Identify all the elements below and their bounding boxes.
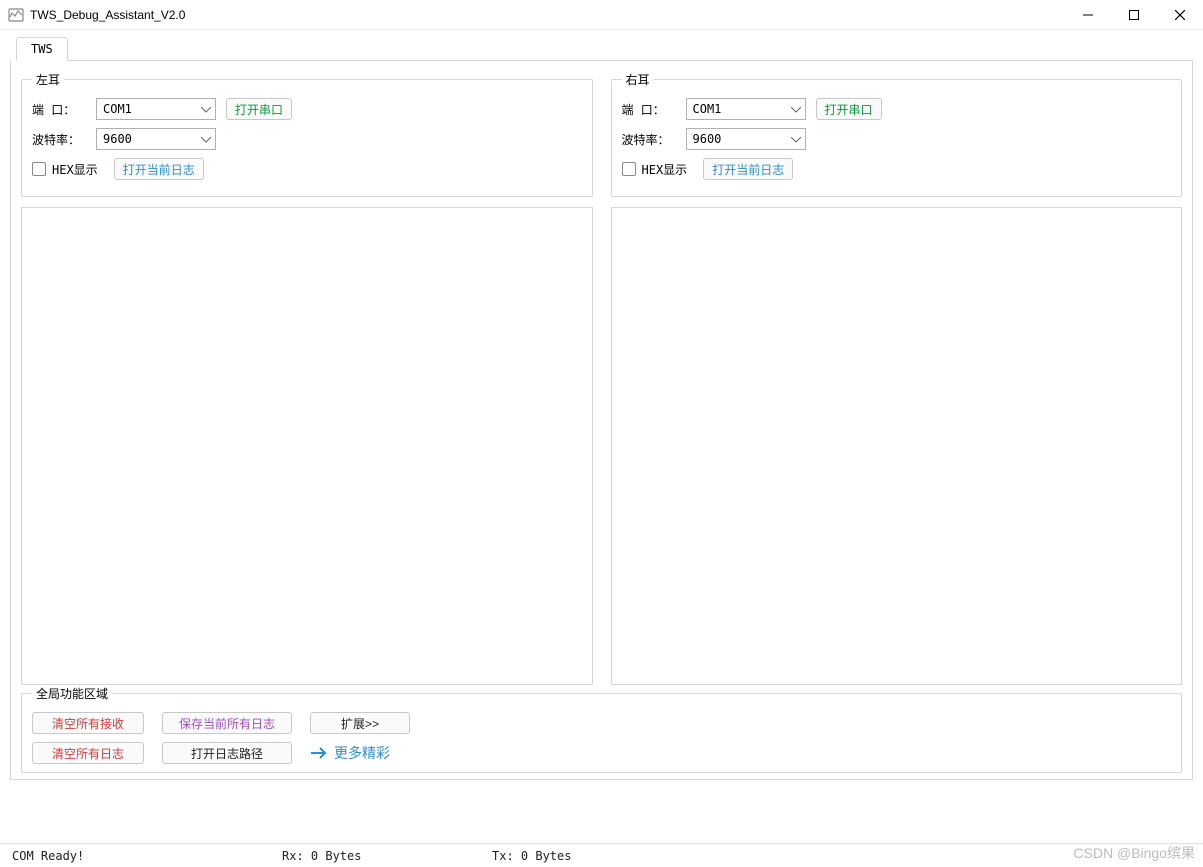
- right-baud-value: 9600: [693, 132, 791, 146]
- left-open-log-button[interactable]: 打开当前日志: [114, 158, 204, 180]
- chevron-down-icon: [201, 102, 211, 116]
- right-port-combo[interactable]: COM1: [686, 98, 806, 120]
- left-hex-label[interactable]: HEX显示: [52, 161, 98, 178]
- right-hex-row: HEX显示 打开当前日志: [622, 158, 1172, 180]
- left-baud-row: 波特率： 9600: [32, 128, 582, 150]
- left-port-row: 端 口： COM1 打开串口: [32, 98, 582, 120]
- clear-all-rx-button[interactable]: 清空所有接收: [32, 712, 144, 734]
- chevron-down-icon: [791, 132, 801, 146]
- more-link-label: 更多精彩: [334, 743, 390, 763]
- expand-button[interactable]: 扩展>>: [310, 712, 410, 734]
- status-com: COM Ready!: [0, 849, 270, 863]
- tabstrip: TWS: [16, 36, 1193, 61]
- left-baud-value: 9600: [103, 132, 201, 146]
- left-baud-combo[interactable]: 9600: [96, 128, 216, 150]
- right-port-row: 端 口： COM1 打开串口: [622, 98, 1172, 120]
- app-icon: [8, 7, 24, 23]
- more-link[interactable]: 更多精彩: [310, 743, 410, 763]
- arrow-right-icon: [310, 746, 328, 760]
- save-all-logs-button[interactable]: 保存当前所有日志: [162, 712, 292, 734]
- left-open-port-button[interactable]: 打开串口: [226, 98, 292, 120]
- right-hex-checkbox[interactable]: [622, 162, 636, 176]
- status-rx: Rx: 0 Bytes: [270, 849, 480, 863]
- right-baud-combo[interactable]: 9600: [686, 128, 806, 150]
- left-ear-legend: 左耳: [32, 71, 64, 88]
- left-log-textarea[interactable]: [21, 207, 593, 685]
- right-open-port-button[interactable]: 打开串口: [816, 98, 882, 120]
- left-port-value: COM1: [103, 102, 201, 116]
- global-functions-group: 全局功能区域 清空所有接收 保存当前所有日志 扩展>> 清空所有日志 打开日志路…: [21, 685, 1182, 773]
- clear-all-logs-button[interactable]: 清空所有日志: [32, 742, 144, 764]
- right-hex-label[interactable]: HEX显示: [642, 161, 688, 178]
- window-controls: [1065, 0, 1203, 30]
- two-columns: 左耳 端 口： COM1 打开串口 波特率：: [21, 71, 1182, 685]
- right-log-textarea[interactable]: [611, 207, 1183, 685]
- right-baud-label: 波特率：: [622, 131, 676, 148]
- right-port-label: 端 口：: [622, 101, 676, 118]
- left-baud-label: 波特率：: [32, 131, 86, 148]
- open-log-path-button[interactable]: 打开日志路径: [162, 742, 292, 764]
- statusbar: COM Ready! Rx: 0 Bytes Tx: 0 Bytes: [0, 843, 1203, 867]
- left-hex-checkbox[interactable]: [32, 162, 46, 176]
- right-baud-row: 波特率： 9600: [622, 128, 1172, 150]
- left-port-combo[interactable]: COM1: [96, 98, 216, 120]
- right-port-value: COM1: [693, 102, 791, 116]
- maximize-button[interactable]: [1111, 0, 1157, 30]
- close-button[interactable]: [1157, 0, 1203, 30]
- right-ear-group: 右耳 端 口： COM1 打开串口 波特率：: [611, 71, 1183, 197]
- window-title: TWS_Debug_Assistant_V2.0: [30, 8, 1065, 22]
- tab-tws[interactable]: TWS: [16, 37, 68, 61]
- global-legend: 全局功能区域: [32, 685, 112, 702]
- status-tx: Tx: 0 Bytes: [480, 849, 1203, 863]
- left-ear-group: 左耳 端 口： COM1 打开串口 波特率：: [21, 71, 593, 197]
- left-port-label: 端 口：: [32, 101, 86, 118]
- client-area: TWS 左耳 端 口： COM1 打开串口: [0, 30, 1203, 780]
- titlebar: TWS_Debug_Assistant_V2.0: [0, 0, 1203, 30]
- chevron-down-icon: [791, 102, 801, 116]
- minimize-button[interactable]: [1065, 0, 1111, 30]
- right-open-log-button[interactable]: 打开当前日志: [703, 158, 793, 180]
- tab-page: 左耳 端 口： COM1 打开串口 波特率：: [10, 61, 1193, 780]
- global-button-grid: 清空所有接收 保存当前所有日志 扩展>> 清空所有日志 打开日志路径 更多精彩: [32, 712, 1171, 764]
- chevron-down-icon: [201, 132, 211, 146]
- right-column: 右耳 端 口： COM1 打开串口 波特率：: [611, 71, 1183, 685]
- left-hex-row: HEX显示 打开当前日志: [32, 158, 582, 180]
- left-column: 左耳 端 口： COM1 打开串口 波特率：: [21, 71, 593, 685]
- right-ear-legend: 右耳: [622, 71, 654, 88]
